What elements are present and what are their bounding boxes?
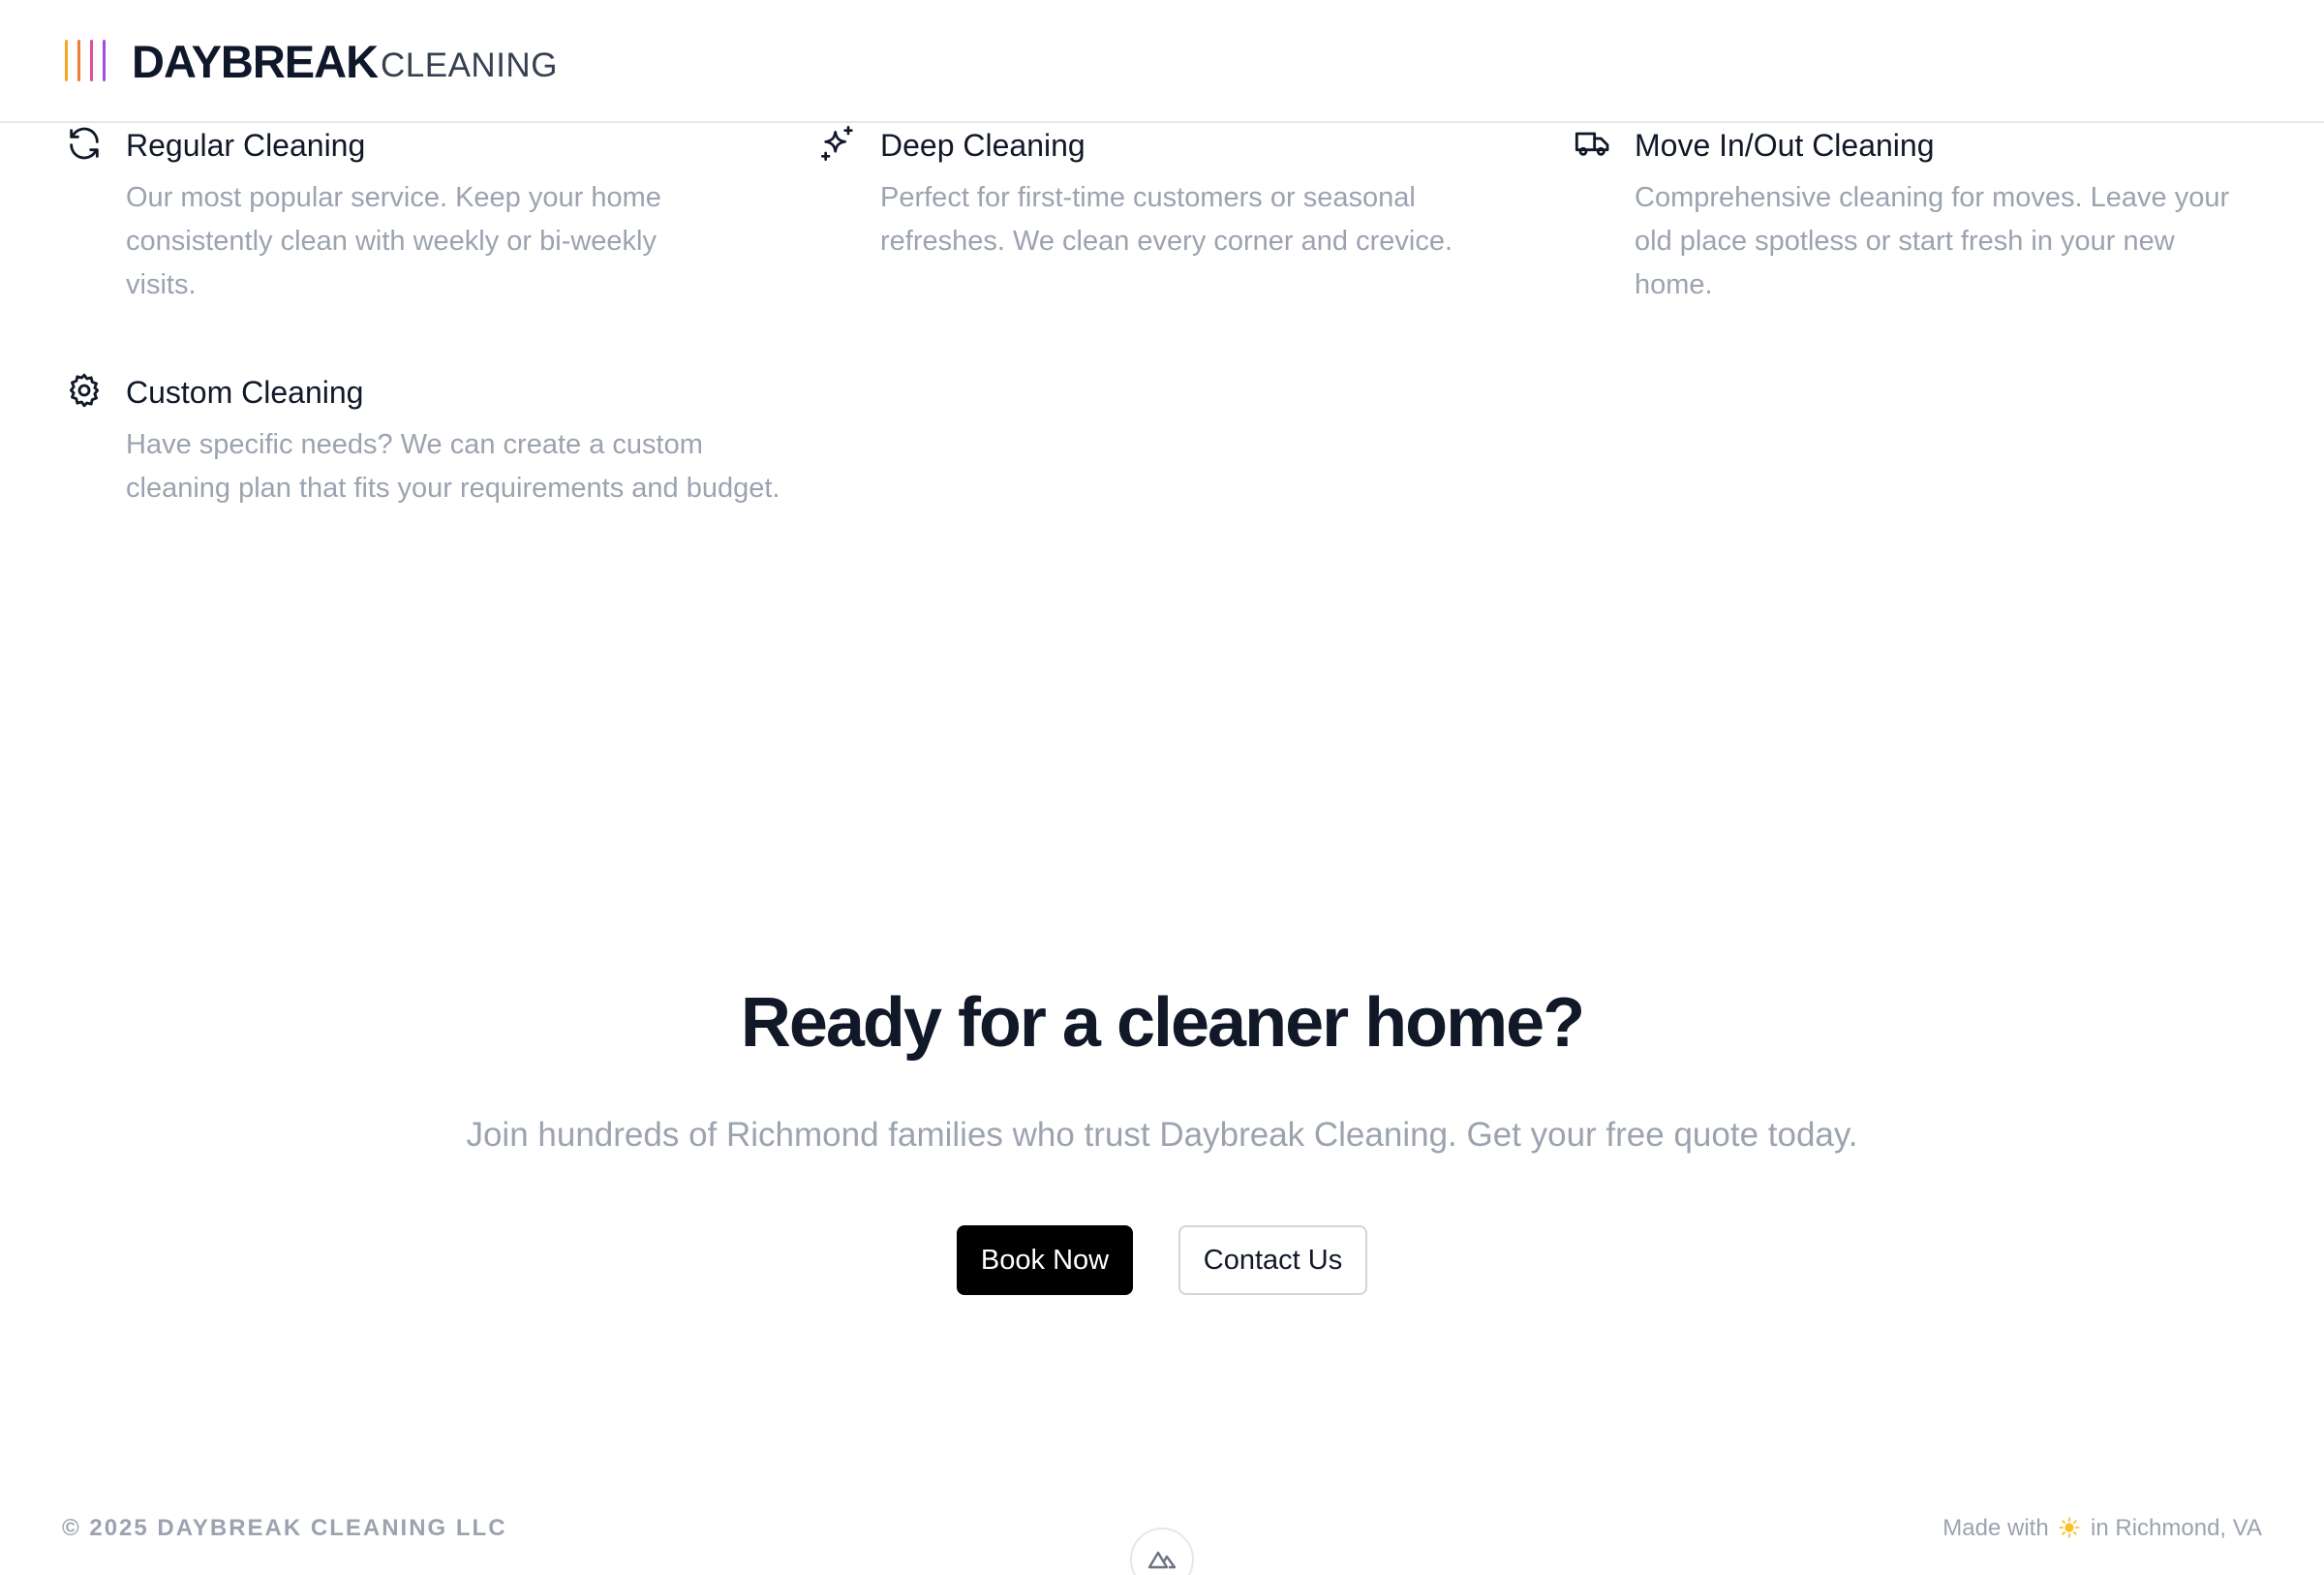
service-title: Custom Cleaning — [126, 375, 364, 410]
service-description: Our most popular service. Keep your home… — [126, 182, 661, 300]
sun-icon — [2059, 1517, 2080, 1538]
truck-icon — [1574, 124, 1612, 163]
footer-made-with: Made with in Richmond, VA — [1942, 1515, 2262, 1542]
brand-subtitle: CLEANING — [381, 46, 558, 84]
made-with-prefix: Made with — [1942, 1515, 2049, 1541]
logo-icon — [65, 40, 111, 81]
service-move-cleaning: Move In/Out Cleaning Comprehensive clean… — [1574, 124, 2251, 308]
footer-copyright: © 2025 DAYBREAK CLEANING LLC — [62, 1515, 507, 1541]
service-description: Perfect for first-time customers or seas… — [880, 182, 1453, 257]
service-title: Move In/Out Cleaning — [1635, 128, 1935, 163]
service-deep-cleaning: Deep Cleaning Perfect for first-time cus… — [819, 124, 1497, 308]
sparkles-icon — [819, 124, 858, 163]
page: DAYBREAK CLEANING Regular Cleaning Our m… — [0, 0, 2324, 1575]
service-title: Deep Cleaning — [880, 128, 1086, 163]
gear-icon — [65, 371, 104, 410]
refresh-icon — [65, 124, 104, 163]
service-description: Comprehensive cleaning for moves. Leave … — [1635, 182, 2230, 300]
service-description: Have specific needs? We can create a cus… — [126, 429, 780, 504]
service-title: Regular Cleaning — [126, 128, 366, 163]
cta-title: Ready for a cleaner home? — [740, 984, 1585, 1062]
book-now-button[interactable]: Book Now — [957, 1225, 1133, 1295]
brand-name[interactable]: DAYBREAK — [132, 35, 379, 88]
cta-subtitle: Join hundreds of Richmond families who t… — [466, 1116, 1858, 1154]
contact-us-button[interactable]: Contact Us — [1178, 1225, 1367, 1295]
nuxt-logo-icon[interactable] — [1130, 1528, 1194, 1575]
service-custom-cleaning: Custom Cleaning Have specific needs? We … — [65, 371, 780, 555]
site-header: DAYBREAK CLEANING — [0, 0, 2324, 123]
service-regular-cleaning: Regular Cleaning Our most popular servic… — [65, 124, 743, 308]
made-with-suffix: in Richmond, VA — [2091, 1515, 2262, 1541]
